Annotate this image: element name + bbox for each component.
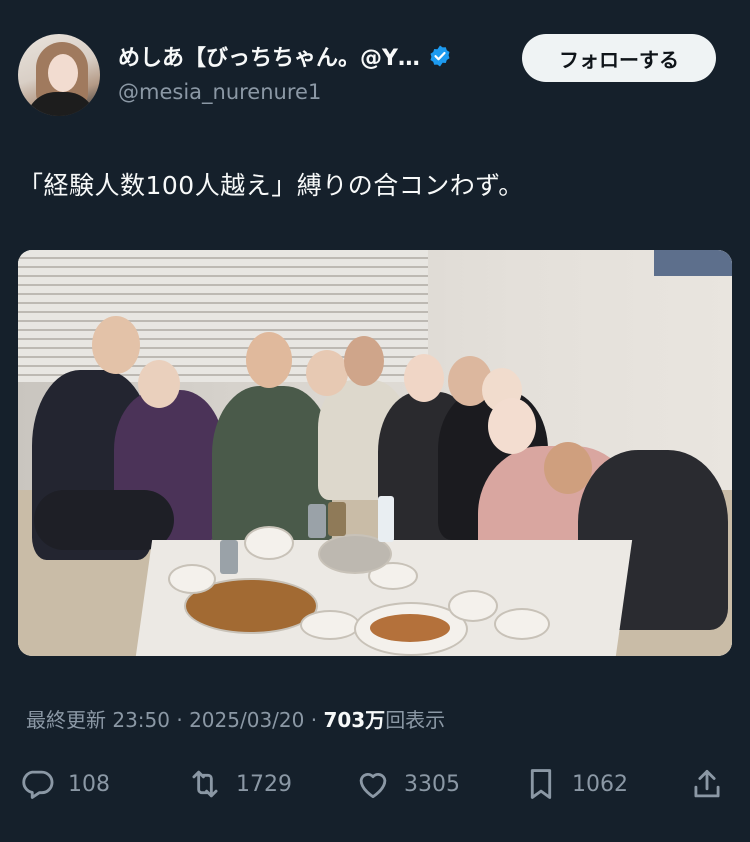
view-count: 703万 [323, 708, 386, 732]
tweet-meta: 最終更新 23:50 · 2025/03/20 · 703万回表示 [26, 704, 445, 733]
action-bar: 108 1729 3305 1062 [18, 760, 732, 810]
author-handle[interactable]: @mesia_nurenure1 [118, 80, 321, 104]
author-avatar[interactable] [18, 34, 100, 116]
tweet-text: 「経験人数100人越え」縛りの合コンわず。 [18, 171, 524, 200]
meta-separator: · [310, 708, 318, 732]
follow-button[interactable]: フォローする [522, 34, 716, 82]
retweet-button[interactable]: 1729 [186, 760, 292, 808]
bookmark-button[interactable]: 1062 [522, 760, 628, 808]
meta-date[interactable]: 2025/03/20 [189, 708, 304, 732]
meta-time[interactable]: 23:50 [112, 708, 170, 732]
meta-separator: · [176, 708, 183, 732]
tweet-photo[interactable] [18, 250, 732, 656]
like-button[interactable]: 3305 [354, 760, 460, 808]
author-display-name[interactable]: めしあ【びっちちゃん。@Y… [118, 40, 420, 72]
bookmark-count: 1062 [572, 771, 628, 797]
like-count: 3305 [404, 771, 460, 797]
bookmark-icon [530, 769, 552, 799]
meta-prefix: 最終更新 [26, 708, 106, 732]
verified-badge-icon [430, 45, 450, 67]
reply-count: 108 [68, 771, 110, 797]
author-name-row: めしあ【びっちちゃん。@Y… [118, 40, 452, 72]
tweet-header: めしあ【びっちちゃん。@Y… @mesia_nurenure1 フォローする [18, 32, 716, 118]
heart-icon [359, 773, 387, 799]
reply-icon [22, 770, 54, 799]
retweet-icon [192, 770, 218, 798]
share-button[interactable] [688, 760, 738, 808]
view-count-suffix: 回表示 [385, 708, 446, 732]
retweet-count: 1729 [236, 771, 292, 797]
share-icon [694, 769, 720, 798]
reply-button[interactable]: 108 [18, 760, 110, 808]
